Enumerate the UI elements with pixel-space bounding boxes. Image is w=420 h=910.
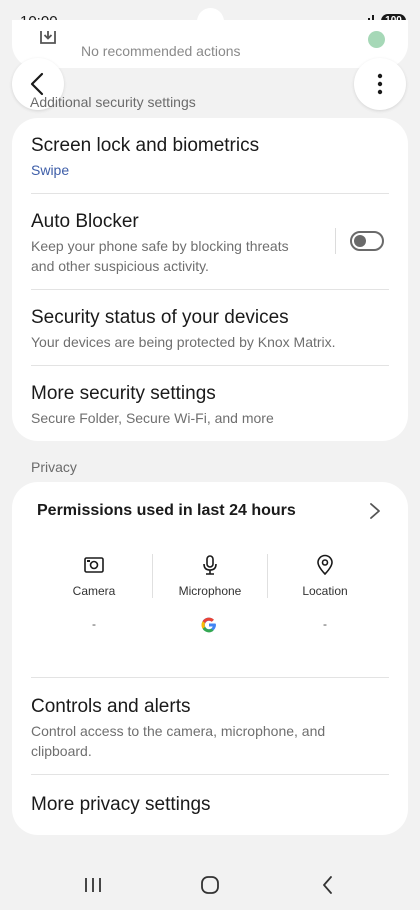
location-icon	[317, 554, 333, 576]
divider	[31, 365, 389, 366]
more-privacy-title: More privacy settings	[31, 794, 211, 815]
home-icon[interactable]	[195, 870, 225, 900]
download-icon	[40, 31, 56, 44]
microphone-label: Microphone	[178, 584, 242, 598]
controls-and-alerts-item[interactable]: Controls and alerts Control access to th…	[31, 696, 325, 761]
location-label: Location	[302, 584, 348, 598]
divider	[31, 289, 389, 290]
permissions-title[interactable]: Permissions used in last 24 hours	[37, 502, 296, 520]
controls-title: Controls and alerts	[31, 696, 191, 717]
toggle-separator	[335, 228, 336, 254]
more-security-title: More security settings	[31, 383, 216, 404]
auto-blocker-toggle[interactable]	[350, 231, 384, 251]
more-privacy-settings-item[interactable]: More privacy settings	[31, 794, 211, 816]
camera-label: Camera	[72, 584, 116, 598]
microphone-permission[interactable]: Microphone	[152, 554, 268, 598]
auto-blocker-title: Auto Blocker	[31, 211, 139, 232]
more-vertical-icon	[377, 73, 383, 95]
microphone-icon	[203, 555, 217, 575]
check-icon	[368, 31, 385, 48]
auto-blocker-item[interactable]: Auto Blocker Keep your phone safe by blo…	[31, 211, 289, 276]
toggle-knob	[354, 235, 366, 247]
controls-sub-line2: clipboard.	[31, 743, 92, 759]
controls-sub-line1: Control access to the camera, microphone…	[31, 723, 326, 739]
security-card: Screen lock and biometrics Swipe Auto Bl…	[12, 118, 408, 441]
auto-blocker-sub-line1: Keep your phone safe by blocking threats	[31, 238, 289, 254]
google-icon	[201, 617, 216, 633]
auto-blocker-sub-line2: and other suspicious activity.	[31, 258, 209, 274]
recommended-actions-text: No recommended actions	[81, 43, 241, 59]
camera-icon	[84, 557, 104, 573]
divider	[31, 774, 389, 775]
more-security-sub: Secure Folder, Secure Wi-Fi, and more	[31, 410, 274, 426]
divider	[31, 677, 389, 678]
chevron-right-icon[interactable]	[368, 502, 382, 520]
more-security-settings-item[interactable]: More security settings Secure Folder, Se…	[31, 383, 274, 428]
location-permission[interactable]: Location	[267, 554, 383, 598]
location-usage: -	[323, 617, 327, 631]
screen-lock-sub: Swipe	[31, 162, 70, 178]
screen-lock-title: Screen lock and biometrics	[31, 135, 260, 156]
privacy-label: Privacy	[31, 459, 77, 475]
camera-usage: -	[92, 617, 96, 631]
back-nav-icon[interactable]	[313, 870, 343, 900]
divider	[31, 193, 389, 194]
device-status-sub: Your devices are being protected by Knox…	[31, 334, 336, 350]
recent-apps-icon[interactable]	[78, 870, 108, 900]
additional-security-label: Additional security settings	[30, 94, 196, 110]
camera-permission[interactable]: Camera	[36, 554, 152, 598]
privacy-card: Permissions used in last 24 hours Camera…	[12, 482, 408, 835]
device-status-title: Security status of your devices	[31, 307, 289, 328]
screen-lock-item[interactable]: Screen lock and biometrics Swipe	[31, 135, 259, 180]
more-options-button[interactable]	[354, 58, 406, 110]
navigation-bar	[0, 850, 420, 910]
device-security-status-item[interactable]: Security status of your devices Your dev…	[31, 307, 336, 352]
